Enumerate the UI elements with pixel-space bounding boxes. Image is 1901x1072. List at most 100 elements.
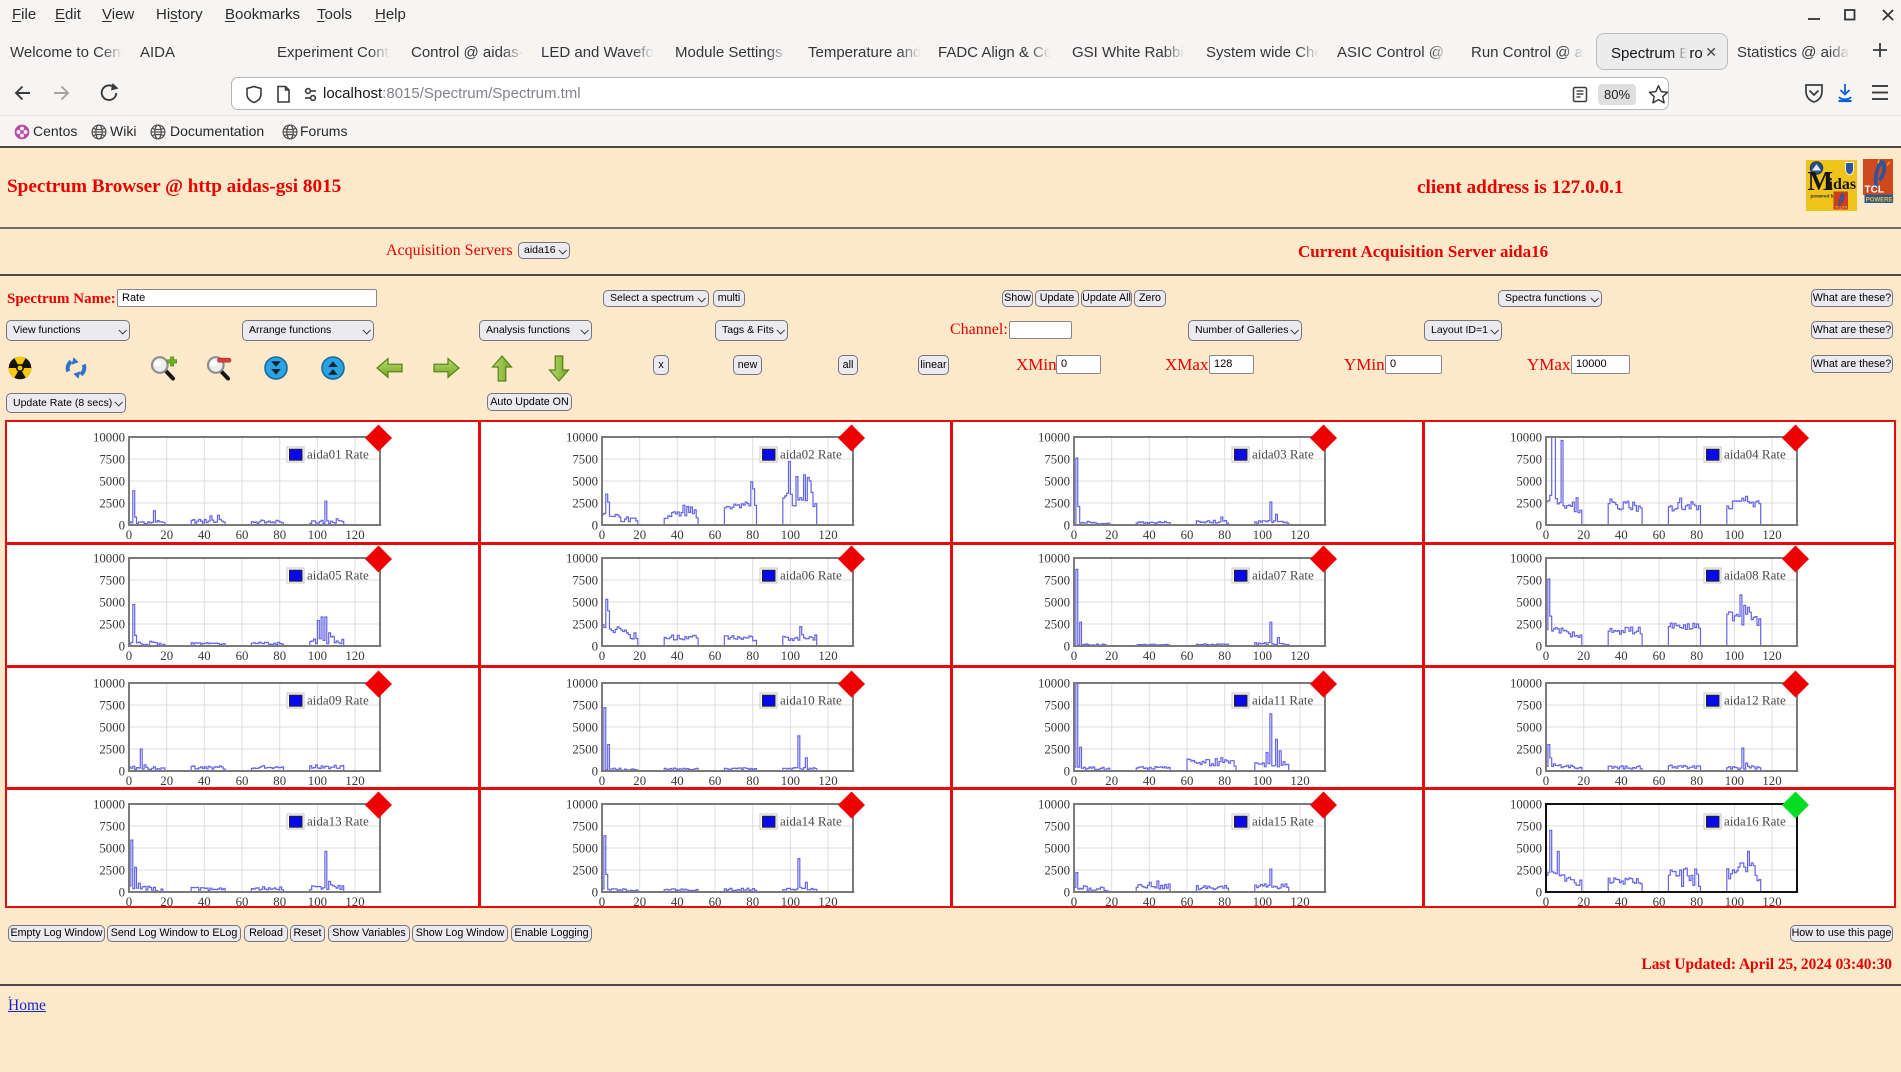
svg-text:0: 0 — [591, 886, 597, 900]
svg-text:7500: 7500 — [99, 574, 125, 588]
svg-text:0: 0 — [591, 640, 597, 654]
svg-text:2500: 2500 — [1044, 743, 1070, 757]
svg-text:20: 20 — [1577, 528, 1590, 542]
svg-text:10000: 10000 — [93, 431, 125, 445]
svg-text:120: 120 — [1762, 528, 1781, 542]
svg-text:40: 40 — [670, 649, 683, 663]
svg-text:0: 0 — [1063, 519, 1069, 533]
svg-text:40: 40 — [1614, 895, 1627, 909]
svg-text:7500: 7500 — [99, 820, 125, 834]
svg-text:aida08 Rate: aida08 Rate — [1724, 568, 1786, 583]
svg-text:20: 20 — [1577, 649, 1590, 663]
svg-text:80: 80 — [746, 774, 759, 788]
svg-text:120: 120 — [1290, 528, 1309, 542]
svg-text:2500: 2500 — [99, 618, 125, 632]
svg-text:10000: 10000 — [93, 677, 125, 691]
svg-text:10000: 10000 — [1510, 677, 1542, 691]
svg-text:2500: 2500 — [1044, 618, 1070, 632]
svg-text:100: 100 — [780, 528, 799, 542]
svg-text:0: 0 — [125, 649, 131, 663]
svg-text:TCL/TK: TCL/TK — [1835, 206, 1848, 210]
svg-text:120: 120 — [818, 649, 837, 663]
svg-text:0: 0 — [125, 528, 131, 542]
svg-text:120: 120 — [1762, 649, 1781, 663]
svg-text:20: 20 — [1105, 774, 1118, 788]
svg-text:5000: 5000 — [572, 475, 598, 489]
svg-text:5000: 5000 — [99, 721, 125, 735]
svg-text:0: 0 — [1535, 640, 1541, 654]
svg-text:POWERED: POWERED — [1866, 197, 1894, 203]
svg-text:80: 80 — [746, 528, 759, 542]
svg-text:10000: 10000 — [1038, 677, 1070, 691]
svg-text:60: 60 — [1652, 774, 1665, 788]
svg-text:40: 40 — [197, 528, 210, 542]
svg-text:0: 0 — [591, 765, 597, 779]
svg-text:0: 0 — [118, 519, 124, 533]
svg-text:100: 100 — [1724, 528, 1743, 542]
svg-text:60: 60 — [1180, 895, 1193, 909]
svg-text:80: 80 — [746, 649, 759, 663]
svg-text:0: 0 — [1535, 765, 1541, 779]
svg-text:aida13 Rate: aida13 Rate — [307, 814, 369, 829]
svg-text:0: 0 — [1542, 649, 1548, 663]
svg-text:20: 20 — [633, 528, 646, 542]
svg-text:120: 120 — [1290, 649, 1309, 663]
svg-text:7500: 7500 — [1044, 453, 1070, 467]
svg-text:60: 60 — [1652, 649, 1665, 663]
svg-text:0: 0 — [1063, 886, 1069, 900]
svg-text:20: 20 — [633, 895, 646, 909]
svg-text:7500: 7500 — [572, 820, 598, 834]
svg-text:7500: 7500 — [572, 453, 598, 467]
svg-text:10000: 10000 — [1038, 552, 1070, 566]
svg-text:0: 0 — [125, 774, 131, 788]
svg-text:100: 100 — [1724, 895, 1743, 909]
svg-text:2500: 2500 — [1044, 864, 1070, 878]
svg-text:80: 80 — [1690, 528, 1703, 542]
svg-text:0: 0 — [598, 528, 604, 542]
svg-text:5000: 5000 — [572, 721, 598, 735]
svg-text:80: 80 — [1690, 649, 1703, 663]
svg-text:60: 60 — [1652, 895, 1665, 909]
svg-text:5000: 5000 — [1044, 475, 1070, 489]
svg-text:5000: 5000 — [99, 475, 125, 489]
svg-text:120: 120 — [1762, 895, 1781, 909]
svg-text:60: 60 — [235, 528, 248, 542]
svg-text:10000: 10000 — [1038, 798, 1070, 812]
svg-text:120: 120 — [1290, 895, 1309, 909]
svg-text:0: 0 — [1542, 774, 1548, 788]
svg-text:100: 100 — [1252, 528, 1271, 542]
svg-text:10000: 10000 — [1510, 431, 1542, 445]
svg-text:2500: 2500 — [1516, 497, 1542, 511]
svg-text:10000: 10000 — [566, 798, 598, 812]
svg-text:0: 0 — [118, 886, 124, 900]
svg-text:5000: 5000 — [572, 596, 598, 610]
svg-text:5000: 5000 — [572, 842, 598, 856]
svg-text:20: 20 — [633, 774, 646, 788]
svg-text:0: 0 — [598, 649, 604, 663]
svg-text:5000: 5000 — [1516, 475, 1542, 489]
svg-text:80: 80 — [1218, 649, 1231, 663]
svg-text:100: 100 — [1252, 649, 1271, 663]
svg-text:aida12 Rate: aida12 Rate — [1724, 693, 1786, 708]
svg-text:60: 60 — [708, 774, 721, 788]
svg-text:0: 0 — [1535, 519, 1541, 533]
svg-text:60: 60 — [1180, 774, 1193, 788]
svg-text:7500: 7500 — [1516, 453, 1542, 467]
svg-text:20: 20 — [1577, 774, 1590, 788]
svg-text:80: 80 — [273, 528, 286, 542]
svg-text:2500: 2500 — [572, 864, 598, 878]
svg-text:10000: 10000 — [93, 552, 125, 566]
svg-text:aida05 Rate: aida05 Rate — [307, 568, 369, 583]
svg-text:80: 80 — [1218, 528, 1231, 542]
svg-text:120: 120 — [818, 528, 837, 542]
svg-text:2500: 2500 — [1516, 618, 1542, 632]
svg-text:120: 120 — [345, 895, 364, 909]
svg-text:40: 40 — [197, 774, 210, 788]
svg-text:5000: 5000 — [99, 596, 125, 610]
svg-text:80: 80 — [1690, 895, 1703, 909]
svg-text:0: 0 — [1063, 765, 1069, 779]
svg-text:60: 60 — [235, 774, 248, 788]
svg-text:60: 60 — [708, 649, 721, 663]
svg-text:2500: 2500 — [572, 497, 598, 511]
svg-text:60: 60 — [1180, 528, 1193, 542]
